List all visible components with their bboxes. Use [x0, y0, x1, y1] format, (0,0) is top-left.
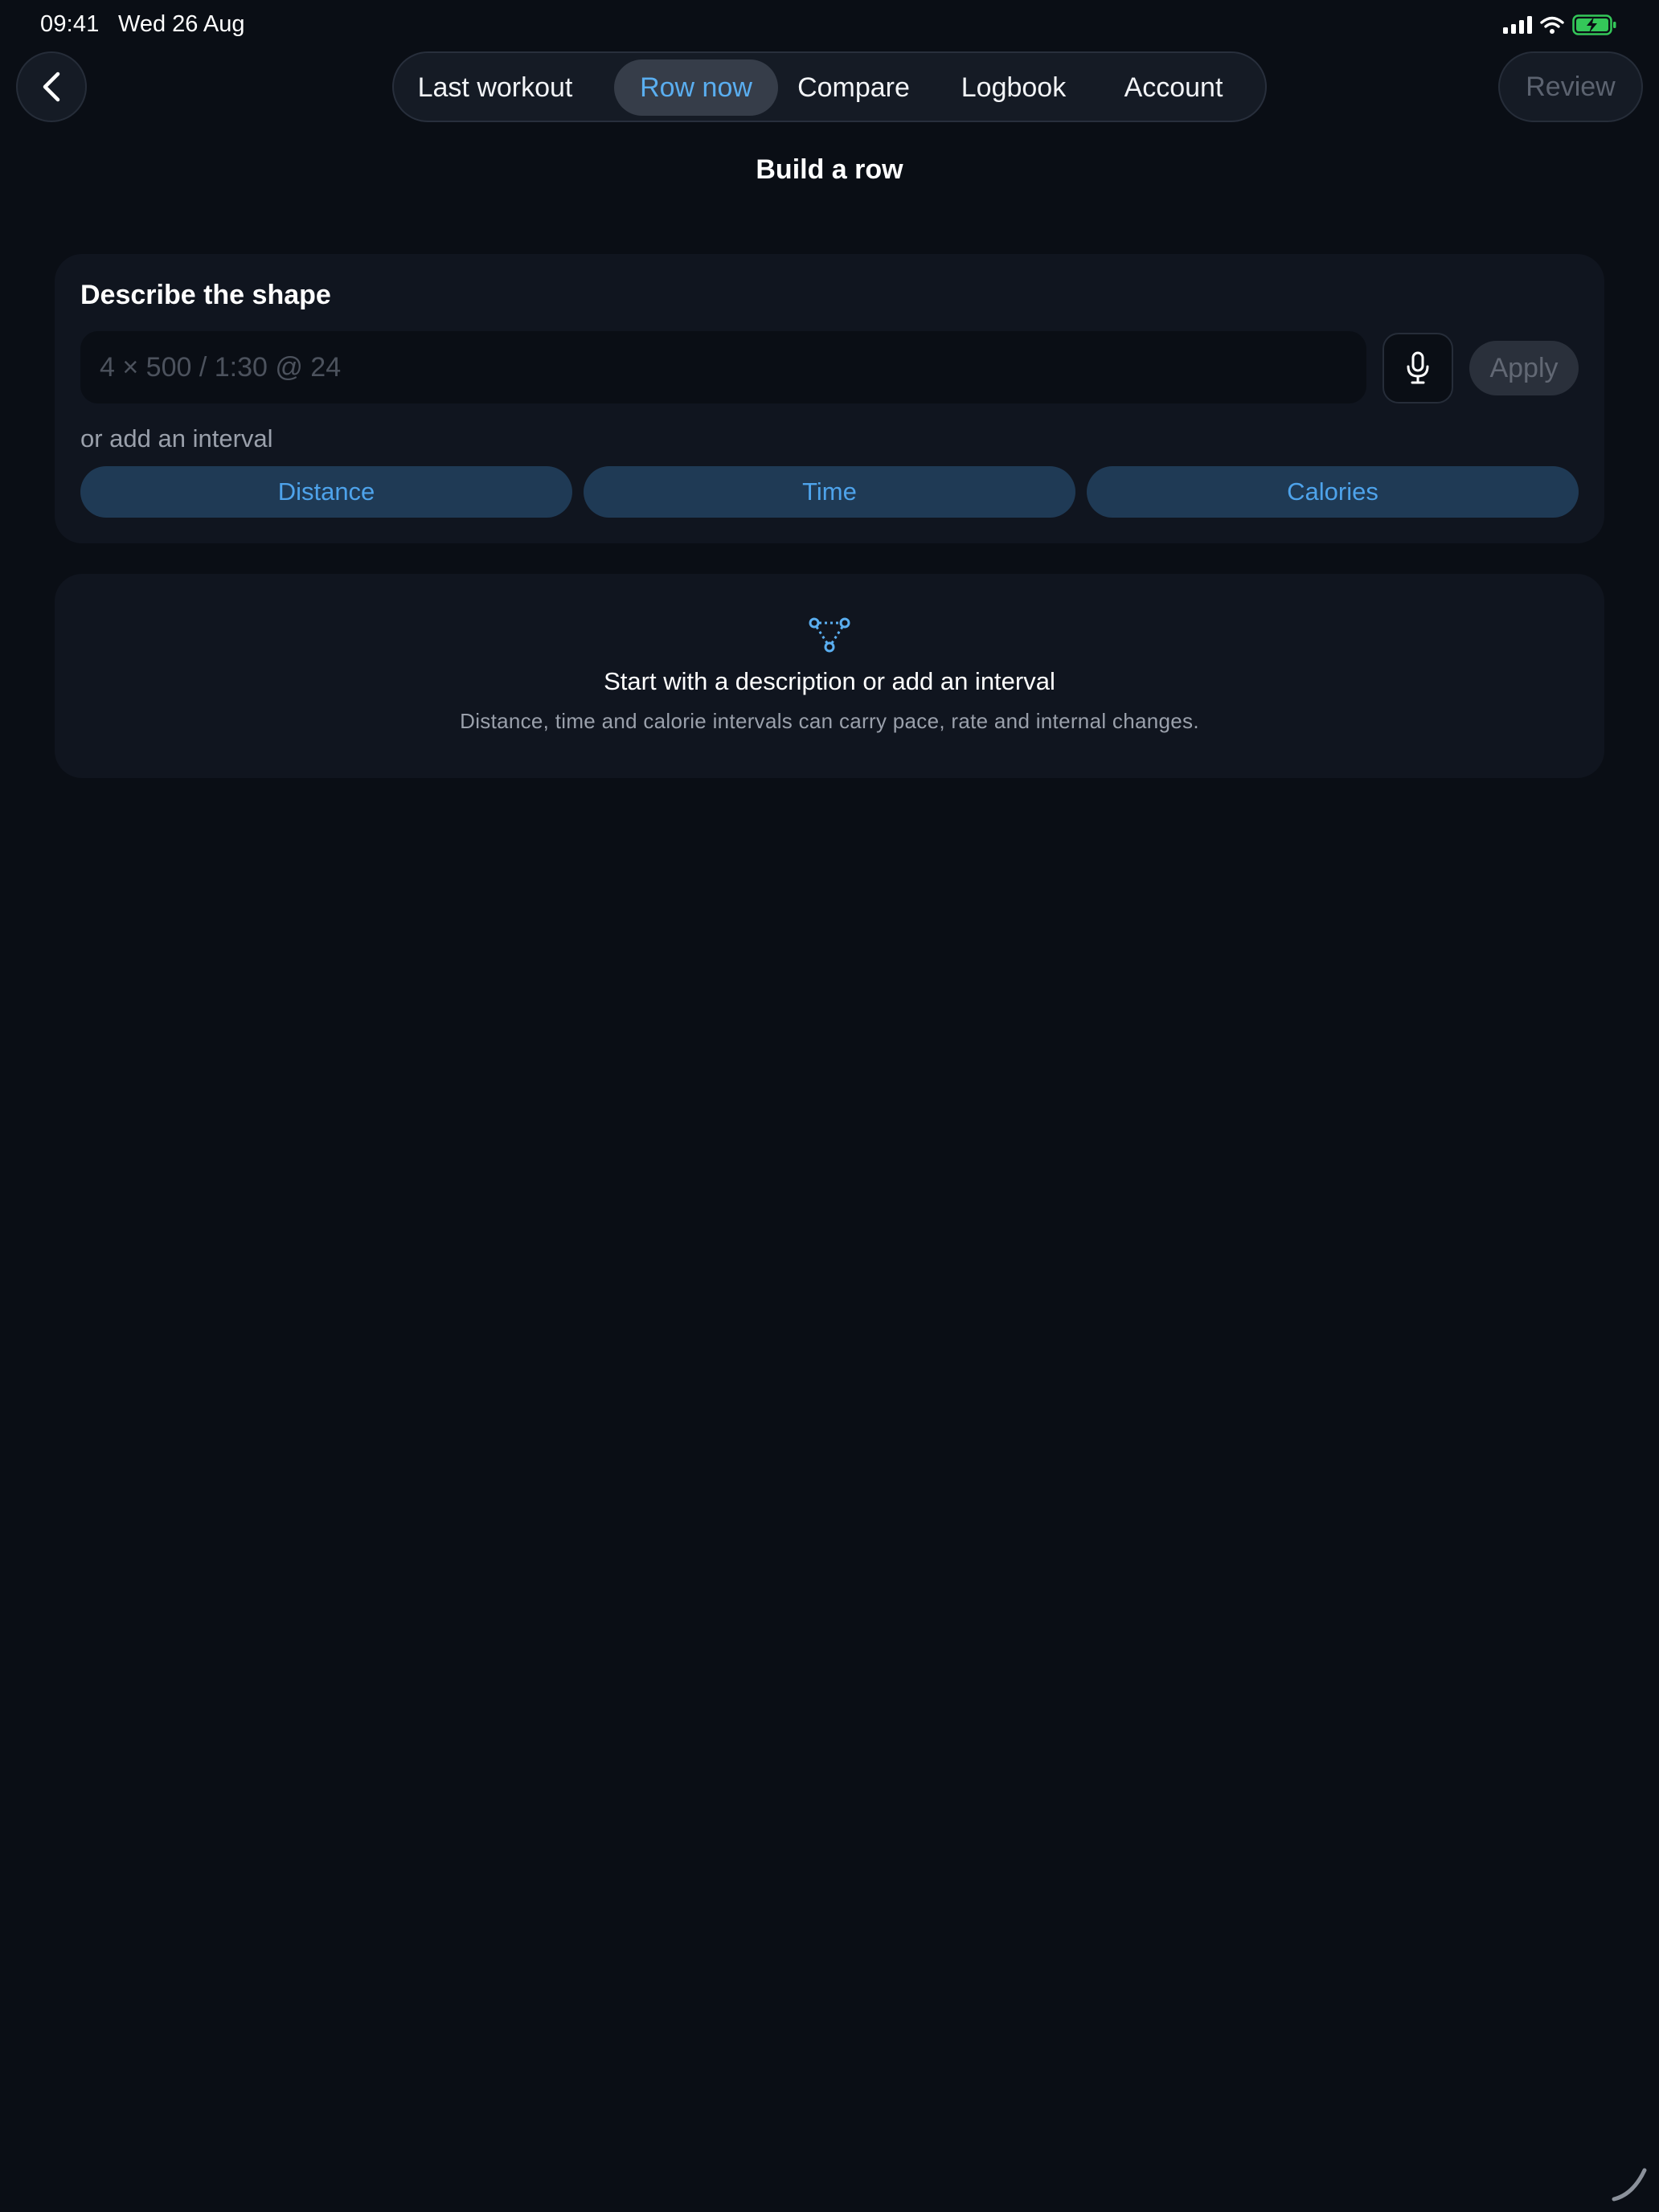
- app-root: 09:41 Wed 26 Aug Last workout Row now Co…: [0, 0, 1659, 2212]
- tab-last-workout[interactable]: Last workout: [408, 59, 582, 116]
- add-time-interval-button[interactable]: Time: [584, 466, 1075, 518]
- tab-bar: Last workout Row now Compare Logbook Acc…: [392, 51, 1267, 122]
- interval-tree-icon: [809, 617, 850, 653]
- status-date: Wed 26 Aug: [118, 11, 245, 37]
- add-distance-interval-button[interactable]: Distance: [80, 466, 572, 518]
- add-interval-hint: or add an interval: [80, 424, 273, 453]
- apply-button[interactable]: Apply: [1469, 341, 1579, 395]
- empty-state-title: Start with a description or add an inter…: [604, 667, 1055, 695]
- describe-shape-card: Describe the shape Apply or add an inter…: [55, 254, 1604, 543]
- cellular-signal-icon: [1503, 16, 1532, 34]
- status-bar: 09:41 Wed 26 Aug: [0, 0, 1659, 51]
- chevron-left-icon: [43, 72, 60, 102]
- tab-account[interactable]: Account: [1108, 59, 1239, 116]
- add-calories-interval-button[interactable]: Calories: [1087, 466, 1579, 518]
- status-time: 09:41: [40, 11, 100, 37]
- tab-compare[interactable]: Compare: [793, 59, 915, 116]
- back-button[interactable]: [16, 51, 87, 122]
- status-icons: [1503, 13, 1617, 37]
- shape-description-input[interactable]: [80, 331, 1366, 403]
- review-button[interactable]: Review: [1498, 51, 1643, 122]
- empty-state-card: Start with a description or add an inter…: [55, 574, 1604, 778]
- microphone-icon: [1407, 351, 1429, 384]
- tab-row-now[interactable]: Row now: [614, 59, 778, 116]
- voice-input-button[interactable]: [1382, 333, 1453, 403]
- empty-state-subtitle: Distance, time and calorie intervals can…: [460, 709, 1199, 733]
- page-title: Build a row: [756, 154, 903, 185]
- wifi-icon: [1540, 16, 1564, 34]
- corner-resize-handle[interactable]: [1611, 2165, 1648, 2202]
- battery-charging-icon: [1572, 14, 1616, 35]
- describe-shape-label: Describe the shape: [80, 280, 331, 310]
- tab-logbook[interactable]: Logbook: [947, 59, 1080, 116]
